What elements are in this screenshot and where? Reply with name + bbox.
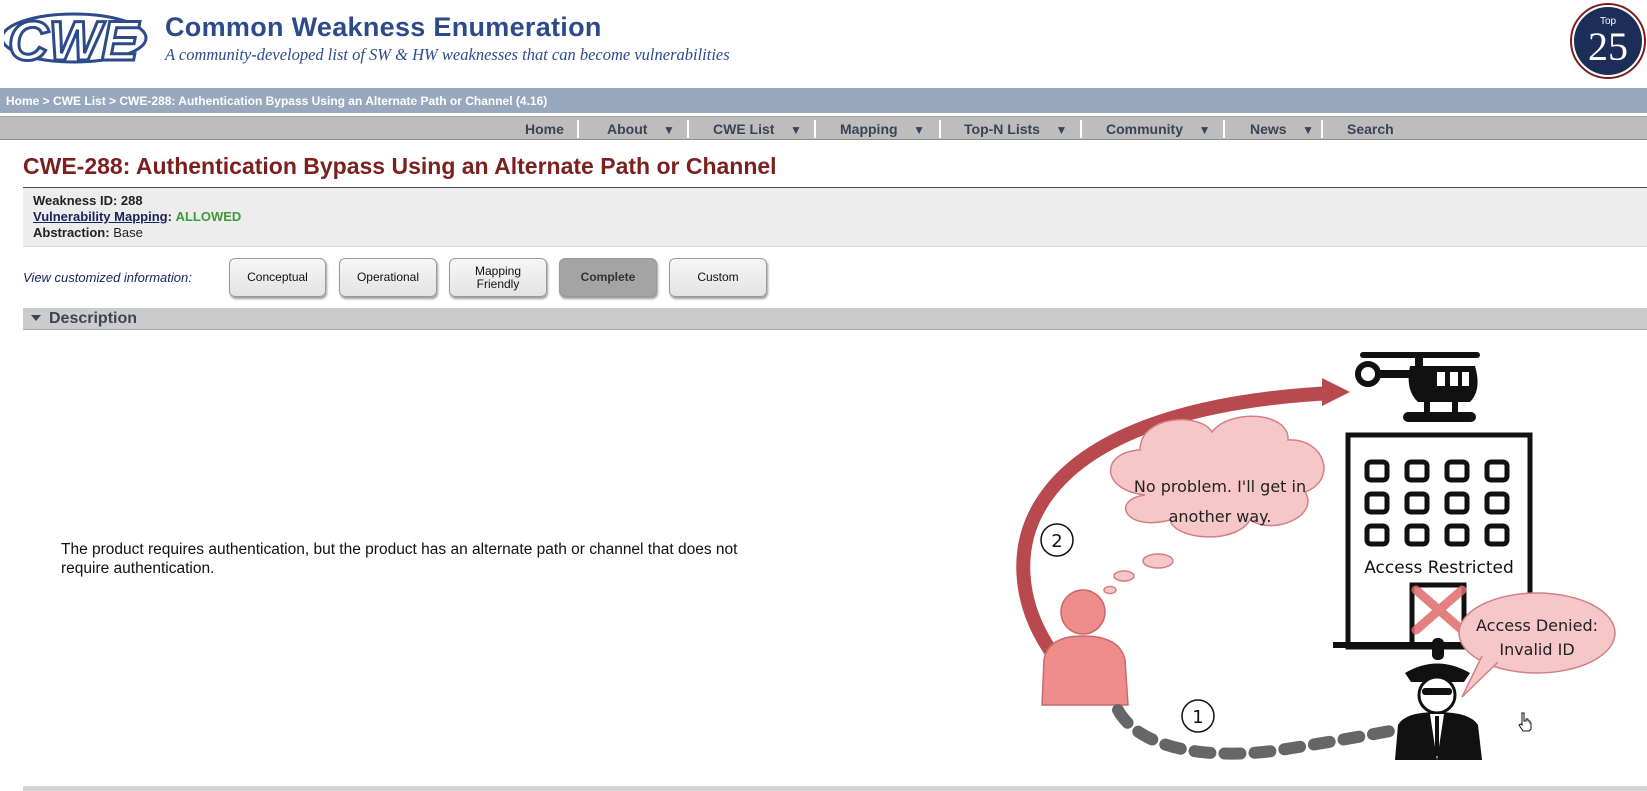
nav-about[interactable]: About ▼ (607, 121, 675, 137)
abstraction-line: Abstraction: Base (33, 225, 143, 240)
badge-number: 25 (1588, 24, 1628, 69)
breadcrumb-current: CWE-288: Authentication Bypass Using an … (119, 94, 548, 108)
cwe-logo[interactable]: CWE (4, 8, 157, 68)
view-mapping-friendly-button[interactable]: Mapping Friendly (449, 258, 547, 297)
nav-home[interactable]: Home (525, 121, 564, 137)
step-1-label: 1 (1192, 707, 1203, 728)
speech-line-2: Invalid ID (1499, 640, 1574, 659)
guard-icon (1395, 638, 1482, 760)
person-icon (1041, 589, 1129, 706)
arrow-head-icon (1322, 378, 1350, 406)
mapping-status: ALLOWED (175, 209, 242, 224)
nav-top-n-lists[interactable]: Top-N Lists ▼ (964, 121, 1067, 137)
description-title: Description (49, 310, 138, 327)
alternate-path-illustration: Access Restricted No problem. I'll get i… (1016, 352, 1616, 760)
site-title[interactable]: Common Weakness Enumeration (165, 12, 602, 43)
nav-mapping[interactable]: Mapping ▼ (840, 121, 925, 137)
logo-text: CWE (8, 9, 140, 68)
abstraction-value: Base (113, 225, 143, 240)
nav-news[interactable]: News ▼ (1250, 121, 1314, 137)
nav-cwe-list[interactable]: CWE List ▼ (713, 121, 802, 137)
main-nav: Home About ▼ CWE List ▼ Mapping ▼ Top-N … (0, 116, 1647, 140)
breadcrumb-cwe-list[interactable]: CWE List (53, 94, 106, 108)
weakness-meta: Weakness ID: 288 Vulnerability Mapping: … (23, 188, 1647, 247)
nav-divider (1223, 120, 1225, 138)
breadcrumb-bar: Home > CWE List > CWE-288: Authenticatio… (0, 88, 1647, 113)
section-divider (23, 786, 1647, 791)
building-label: Access Restricted (1364, 558, 1514, 578)
nav-divider (577, 120, 579, 138)
weakness-id-label: Weakness ID: (33, 193, 118, 208)
breadcrumb-separator: > (39, 94, 54, 108)
nav-community[interactable]: Community ▼ (1106, 121, 1210, 137)
thought-bubble (1103, 415, 1325, 595)
nav-divider (1321, 120, 1323, 138)
view-complete-button[interactable]: Complete (559, 258, 657, 297)
vulnerability-mapping-link[interactable]: Vulnerability Mapping (33, 209, 168, 224)
chevron-down-icon: ▼ (790, 123, 802, 137)
abstraction-label: Abstraction: (33, 225, 110, 240)
helicopter-icon (1355, 352, 1480, 422)
top25-badge[interactable]: Top 25 (1569, 2, 1647, 80)
view-label: View customized information: (23, 270, 192, 285)
site-tagline: A community-developed list of SW & HW we… (165, 45, 730, 64)
weakness-id-line: Weakness ID: 288 (33, 193, 143, 208)
chevron-down-icon: ▼ (1302, 123, 1315, 137)
page-title: CWE-288: Authentication Bypass Using an … (23, 153, 777, 179)
collapse-caret-icon[interactable] (29, 312, 43, 326)
description-section-header[interactable]: Description (23, 308, 1647, 330)
view-conceptual-button[interactable]: Conceptual (229, 258, 326, 297)
view-custom-button[interactable]: Custom (669, 258, 767, 297)
nav-search[interactable]: Search (1347, 121, 1394, 137)
thought-line-1: No problem. I'll get in (1134, 477, 1306, 496)
chevron-down-icon: ▼ (1055, 123, 1068, 137)
mapping-line: Vulnerability Mapping: ALLOWED (33, 209, 242, 224)
description-text: The product requires authentication, but… (61, 541, 738, 577)
speech-line-1: Access Denied: (1476, 616, 1598, 635)
breadcrumb-home[interactable]: Home (6, 94, 39, 108)
weakness-id-value: 288 (120, 193, 143, 208)
breadcrumb-separator: > (105, 94, 120, 108)
chevron-down-icon: ▼ (1198, 123, 1211, 137)
nav-divider (939, 120, 941, 138)
chevron-down-icon: ▼ (913, 123, 925, 137)
site-header: CWE Common Weakness Enumeration A commun… (0, 0, 1647, 86)
nav-divider (814, 120, 816, 138)
view-operational-button[interactable]: Operational (339, 258, 437, 297)
nav-divider (1080, 120, 1082, 138)
nav-divider (687, 120, 689, 138)
step-2-label: 2 (1051, 531, 1062, 552)
hand-cursor-icon (1518, 712, 1532, 732)
chevron-down-icon: ▼ (663, 123, 675, 137)
breadcrumb: Home > CWE List > CWE-288: Authenticatio… (6, 94, 547, 108)
dashed-path (1112, 704, 1401, 760)
thought-line-2: another way. (1169, 507, 1272, 526)
